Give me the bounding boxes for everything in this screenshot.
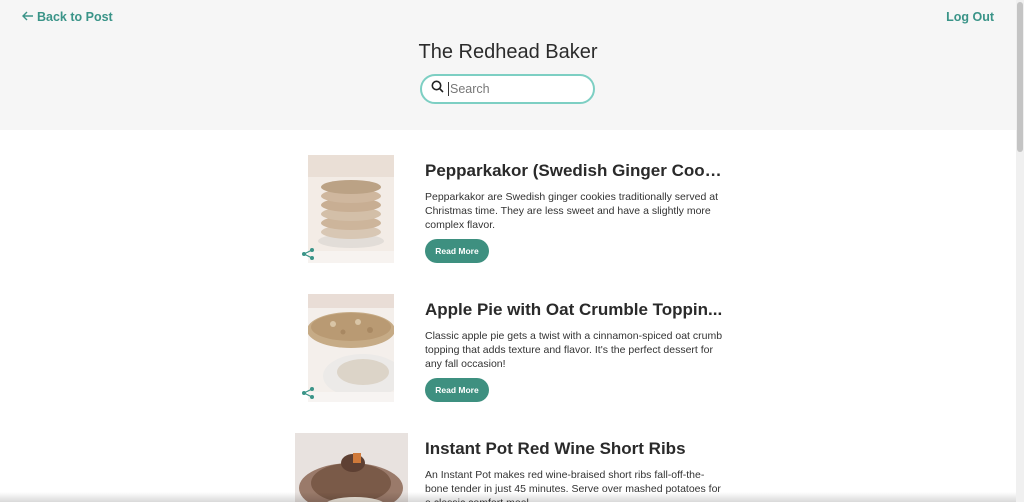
post-card: Pepparkakor (Swedish Ginger Cook... Pepp…: [295, 155, 725, 265]
scrollbar-thumb[interactable]: [1017, 2, 1023, 152]
post-title[interactable]: Apple Pie with Oat Crumble Toppin...: [425, 300, 725, 320]
read-more-button[interactable]: Read More: [425, 239, 489, 263]
read-more-button[interactable]: Read More: [425, 378, 489, 402]
post-title[interactable]: Pepparkakor (Swedish Ginger Cook...: [425, 161, 725, 181]
site-title: The Redhead Baker: [418, 41, 598, 63]
search-box[interactable]: [420, 74, 595, 104]
site-header: Back to Post Log Out The Redhead Baker: [0, 0, 1016, 130]
scrollbar[interactable]: [1016, 0, 1024, 502]
share-icon[interactable]: [301, 247, 315, 266]
post-description: Classic apple pie gets a twist with a ci…: [425, 330, 723, 370]
bottom-shadow: [0, 492, 1016, 502]
post-title[interactable]: Instant Pot Red Wine Short Ribs: [425, 439, 725, 459]
search-input[interactable]: [448, 82, 578, 96]
post-card: Apple Pie with Oat Crumble Toppin... Cla…: [295, 294, 725, 404]
back-to-post-label: Back to Post: [37, 10, 113, 24]
ginger-cookie-stack-photo[interactable]: [308, 155, 394, 263]
back-to-post-link[interactable]: Back to Post: [22, 10, 113, 24]
log-out-link[interactable]: Log Out: [946, 10, 994, 24]
arrow-left-icon: [22, 10, 34, 24]
search-icon: [431, 80, 444, 98]
post-description: Pepparkakor are Swedish ginger cookies t…: [425, 191, 718, 231]
share-icon[interactable]: [301, 386, 315, 405]
apple-crumble-pie-photo[interactable]: [308, 294, 394, 402]
